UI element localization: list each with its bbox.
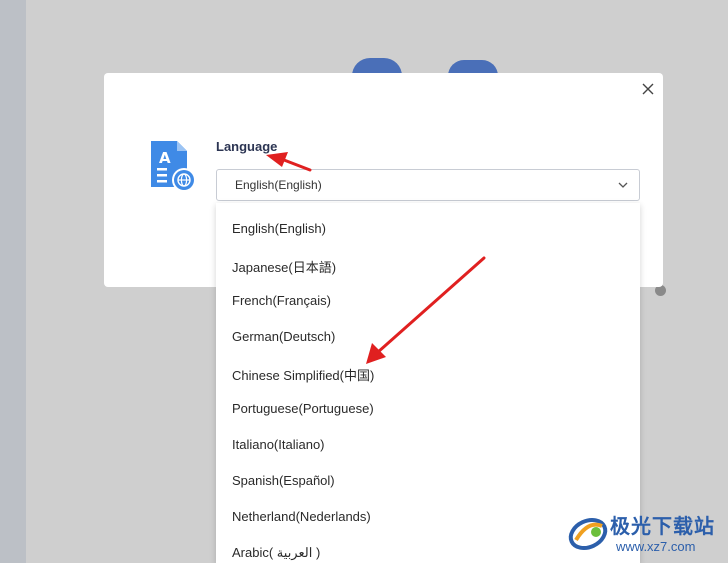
language-option[interactable]: Chinese Simplified(中国): [232, 365, 374, 384]
watermark-url: www.xz7.com: [616, 539, 696, 554]
language-option[interactable]: Japanese(日本語): [232, 257, 336, 276]
language-label: Language: [216, 139, 278, 154]
language-option[interactable]: Netherland(Nederlands): [232, 509, 371, 524]
language-option[interactable]: Spanish(Español): [232, 473, 335, 488]
svg-text:A: A: [159, 149, 171, 167]
selected-language-value: English(English): [235, 178, 322, 192]
site-watermark: 极光下载站 www.xz7.com: [566, 508, 724, 558]
language-option[interactable]: Portuguese(Portuguese): [232, 401, 374, 416]
language-option[interactable]: Italiano(Italiano): [232, 437, 325, 452]
language-option[interactable]: German(Deutsch): [232, 329, 335, 344]
language-select[interactable]: English(English): [216, 169, 640, 201]
close-icon: [642, 83, 654, 95]
chevron-down-icon: [618, 182, 628, 188]
language-file-icon: A: [151, 141, 196, 192]
app-sidebar-edge: [0, 0, 26, 563]
language-option[interactable]: Arabic( العربية ): [232, 545, 320, 561]
watermark-logo-icon: [568, 517, 608, 551]
language-option[interactable]: English(English): [232, 221, 326, 236]
close-button[interactable]: [638, 79, 658, 99]
language-option[interactable]: French(Français): [232, 293, 331, 308]
watermark-title: 极光下载站: [610, 514, 715, 538]
